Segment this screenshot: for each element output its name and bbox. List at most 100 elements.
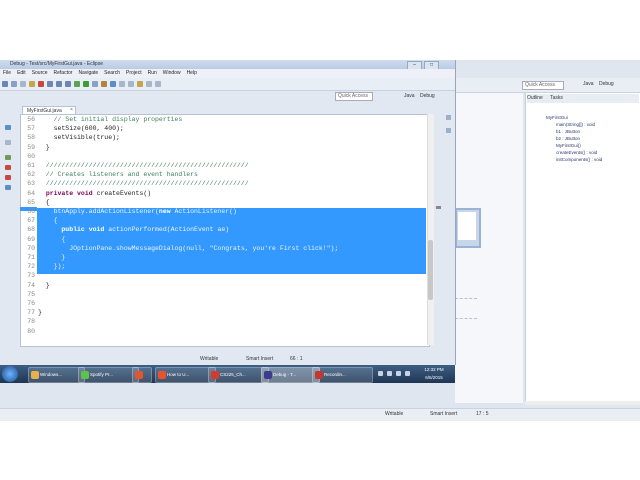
package-explorer-icon[interactable] bbox=[5, 125, 11, 130]
taskbar-item-chrome[interactable]: How to U... bbox=[155, 367, 216, 383]
scrollbar-thumb[interactable] bbox=[428, 240, 433, 300]
step-into-icon[interactable] bbox=[47, 81, 53, 87]
line-number: 74 bbox=[27, 281, 35, 289]
record-icon bbox=[315, 371, 323, 379]
code-line[interactable]: } bbox=[38, 282, 50, 289]
menu-edit[interactable]: Edit bbox=[14, 69, 29, 78]
code-line[interactable]: }); bbox=[38, 263, 66, 270]
menu-refactor[interactable]: Refactor bbox=[51, 69, 76, 78]
resume-icon[interactable] bbox=[29, 81, 35, 87]
taskbar-item-explorer[interactable]: Windows... bbox=[28, 367, 85, 383]
new-file-icon[interactable] bbox=[2, 81, 8, 87]
code-line[interactable]: { bbox=[38, 217, 58, 224]
code-line[interactable]: setVisible(true); bbox=[38, 134, 120, 141]
perspective-debug[interactable]: Debug bbox=[599, 81, 614, 87]
clock[interactable]: 12:32 PM 6/5/2015 bbox=[420, 366, 448, 382]
breakpoints-icon[interactable] bbox=[5, 165, 11, 170]
code-line[interactable]: { bbox=[38, 199, 50, 206]
tab-tasks[interactable]: Tasks bbox=[550, 95, 563, 101]
code-line[interactable]: { bbox=[38, 236, 65, 243]
task-list-icon[interactable] bbox=[446, 128, 451, 133]
console-icon[interactable] bbox=[5, 185, 11, 190]
code-lines[interactable]: 56 // Set initial display properties 57 s… bbox=[20, 114, 428, 345]
print-icon[interactable] bbox=[20, 81, 26, 87]
tab-outline[interactable]: Outline bbox=[527, 95, 543, 101]
terminate-icon[interactable] bbox=[38, 81, 44, 87]
taskbar-item-firefox[interactable] bbox=[132, 367, 152, 383]
perspective-debug[interactable]: Debug bbox=[420, 93, 435, 99]
code-line[interactable]: public void actionPerformed(ActionEvent … bbox=[38, 226, 229, 233]
menu-window[interactable]: Window bbox=[160, 69, 184, 78]
external-tools-icon[interactable] bbox=[92, 81, 98, 87]
save-icon[interactable] bbox=[11, 81, 17, 87]
status-cursor-position: 66 : 1 bbox=[290, 356, 303, 362]
outline-icon[interactable] bbox=[446, 115, 451, 120]
menu-search[interactable]: Search bbox=[101, 69, 123, 78]
network-icon[interactable] bbox=[387, 371, 392, 376]
tray-arrow-icon[interactable] bbox=[378, 371, 383, 376]
perspective-java[interactable]: Java bbox=[583, 81, 594, 87]
outline-item[interactable]: MyFirstGui bbox=[546, 115, 568, 120]
step-return-icon[interactable] bbox=[65, 81, 71, 87]
annotation-icon[interactable] bbox=[137, 81, 143, 87]
taskbar-item-recorder[interactable]: Recordin... bbox=[312, 367, 373, 383]
taskbar-item-label: Debug - T... bbox=[273, 372, 297, 377]
code-line[interactable]: } bbox=[38, 309, 42, 316]
outline-item[interactable]: b2 : JButton bbox=[556, 136, 580, 141]
hierarchy-icon[interactable] bbox=[5, 140, 11, 145]
code-line[interactable]: JOptionPane.showMessageDialog(null, "Con… bbox=[38, 245, 338, 252]
status-insert-mode: Smart Insert bbox=[246, 356, 274, 362]
flag-icon[interactable] bbox=[405, 371, 410, 376]
code-line[interactable]: } bbox=[38, 144, 50, 151]
horizontal-scrollbar[interactable] bbox=[525, 401, 640, 405]
search-icon[interactable] bbox=[128, 81, 134, 87]
code-line[interactable]: private void createEvents() bbox=[38, 190, 151, 197]
taskbar-item-pdf[interactable]: CS225_Ch... bbox=[208, 367, 269, 383]
perspective-java[interactable]: Java bbox=[404, 93, 415, 99]
step-over-icon[interactable] bbox=[56, 81, 62, 87]
new-package-icon[interactable] bbox=[101, 81, 107, 87]
code-line[interactable]: ////////////////////////////////////////… bbox=[38, 162, 249, 169]
divider bbox=[455, 318, 477, 323]
line-number: 59 bbox=[27, 143, 35, 151]
line-number: 64 bbox=[27, 189, 35, 197]
volume-icon[interactable] bbox=[396, 371, 401, 376]
close-tab-icon[interactable]: × bbox=[70, 106, 73, 114]
clock-time: 12:32 PM bbox=[424, 367, 444, 372]
code-line[interactable]: } bbox=[38, 254, 65, 261]
outline-item[interactable]: main(String[]) : void bbox=[556, 122, 595, 127]
line-number: 58 bbox=[27, 134, 35, 142]
menu-help[interactable]: Help bbox=[184, 69, 200, 78]
code-line[interactable]: ////////////////////////////////////////… bbox=[38, 180, 249, 187]
code-line[interactable]: // Creates listeners and event handlers bbox=[38, 171, 198, 178]
code-line[interactable]: setSize(600, 400); bbox=[38, 125, 124, 132]
ruler-marker[interactable] bbox=[436, 206, 441, 209]
variables-icon[interactable] bbox=[5, 155, 11, 160]
menu-project[interactable]: Project bbox=[123, 69, 145, 78]
outline-item[interactable]: initComponents() : void bbox=[556, 157, 602, 162]
new-class-icon[interactable] bbox=[110, 81, 116, 87]
back-icon[interactable] bbox=[146, 81, 152, 87]
outline-item[interactable]: MyFirstGui() bbox=[556, 143, 581, 148]
problems-icon[interactable] bbox=[5, 175, 11, 180]
code-line[interactable]: btnApply.addActionListener(new ActionLis… bbox=[38, 208, 237, 215]
background-quick-access-input[interactable]: Quick Access bbox=[522, 81, 564, 90]
start-button[interactable] bbox=[2, 366, 18, 382]
menu-navigate[interactable]: Navigate bbox=[75, 69, 101, 78]
background-perspective-switcher[interactable]: Java Debug bbox=[583, 80, 639, 89]
taskbar-item-spotify[interactable]: Spotify Pr... bbox=[78, 367, 139, 383]
open-type-icon[interactable] bbox=[119, 81, 125, 87]
forward-icon[interactable] bbox=[155, 81, 161, 87]
run-icon[interactable] bbox=[83, 81, 89, 87]
menu-run[interactable]: Run bbox=[145, 69, 160, 78]
quick-access-input[interactable]: Quick Access bbox=[335, 92, 373, 101]
menu-source[interactable]: Source bbox=[29, 69, 51, 78]
debug-icon[interactable] bbox=[74, 81, 80, 87]
outline-item[interactable]: createEvents() : void bbox=[556, 150, 597, 155]
outline-item[interactable]: b1 : JButton bbox=[556, 129, 580, 134]
code-line[interactable]: // Set initial display properties bbox=[38, 116, 183, 123]
line-number: 62 bbox=[27, 171, 35, 179]
left-view-strip bbox=[4, 110, 16, 345]
menu-file[interactable]: File bbox=[0, 69, 14, 78]
overview-ruler bbox=[434, 114, 442, 345]
